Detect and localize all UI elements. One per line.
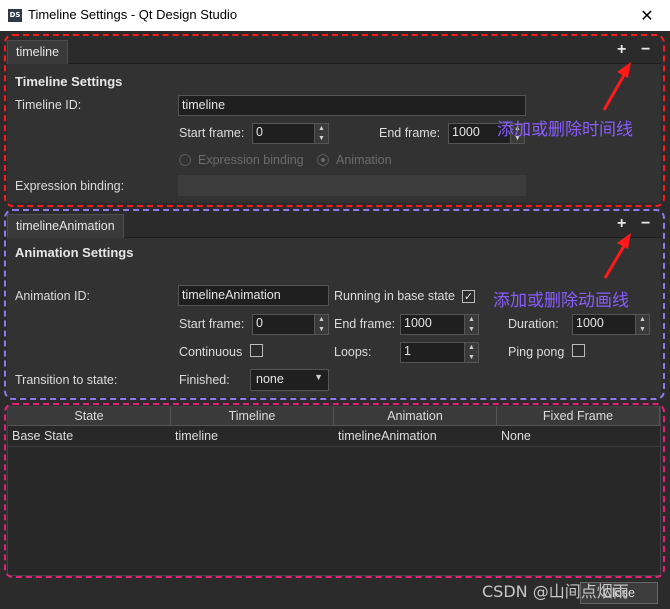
- end-frame-value: 1000: [452, 125, 480, 139]
- table-row-divider: [8, 446, 660, 447]
- table-cell-animation[interactable]: timelineAnimation: [334, 426, 497, 446]
- table-cell-timeline[interactable]: timeline: [171, 426, 334, 446]
- continuous-label: Continuous: [179, 345, 243, 359]
- animation-id-input[interactable]: timelineAnimation: [178, 285, 329, 306]
- column-header-animation[interactable]: Animation: [334, 407, 497, 426]
- spin-up-icon[interactable]: ▲: [315, 124, 328, 133]
- spin-down-icon[interactable]: ▼: [636, 325, 649, 334]
- animation-radio-label: Animation: [336, 153, 392, 167]
- chevron-down-icon: ▼: [314, 372, 323, 382]
- end-frame-label: End frame:: [379, 126, 441, 140]
- remove-timeline-icon[interactable]: −: [641, 41, 650, 59]
- title-bar: DS Timeline Settings - Qt Design Studio …: [0, 0, 670, 31]
- start-frame-value: 0: [256, 125, 263, 139]
- spin-down-icon[interactable]: ▼: [465, 325, 478, 334]
- expression-binding-radio-label: Expression binding: [198, 153, 304, 167]
- add-animation-icon[interactable]: +: [617, 215, 626, 233]
- spin-up-icon[interactable]: ▲: [315, 315, 328, 324]
- remove-animation-icon[interactable]: −: [641, 215, 650, 233]
- tab-timeline-animation[interactable]: timelineAnimation: [7, 214, 124, 238]
- expression-binding-input: [178, 175, 526, 196]
- timeline-settings-title: Timeline Settings: [15, 74, 123, 89]
- finished-state-dropdown[interactable]: none ▼: [250, 369, 329, 391]
- duration-spinbox[interactable]: 1000 ▲ ▼: [572, 314, 650, 335]
- animation-tabbar: timelineAnimation + −: [7, 211, 661, 238]
- duration-label: Duration:: [508, 317, 559, 331]
- loops-value: 1: [404, 344, 411, 358]
- spin-down-icon[interactable]: ▼: [465, 353, 478, 362]
- start-frame-label: Start frame:: [179, 126, 245, 140]
- anim-end-frame-value: 1000: [404, 316, 432, 330]
- animation-settings-title: Animation Settings: [15, 245, 134, 260]
- window-title: Timeline Settings - Qt Design Studio: [28, 7, 238, 22]
- spin-down-icon[interactable]: ▼: [315, 325, 328, 334]
- loops-spinbox[interactable]: 1 ▲ ▼: [400, 342, 479, 363]
- running-in-base-state-checkbox[interactable]: ✓: [462, 290, 475, 303]
- finished-label: Finished:: [179, 373, 230, 387]
- expression-binding-radio[interactable]: [179, 154, 191, 166]
- anim-start-frame-label: Start frame:: [179, 317, 245, 331]
- timeline-annotation-text: 添加或删除时间线: [497, 120, 633, 140]
- animation-radio[interactable]: [317, 154, 329, 166]
- timeline-tabbar: timeline + −: [7, 37, 661, 64]
- animation-annotation-text: 添加或删除动画线: [493, 291, 629, 311]
- spin-up-icon[interactable]: ▲: [636, 315, 649, 324]
- animation-id-label: Animation ID:: [15, 289, 91, 303]
- column-header-fixed-frame[interactable]: Fixed Frame: [497, 407, 660, 426]
- ping-pong-checkbox[interactable]: [572, 344, 585, 357]
- start-frame-spinbox[interactable]: 0 ▲ ▼: [252, 123, 329, 144]
- state-table: State Timeline Animation Fixed Frame Bas…: [7, 406, 661, 576]
- anim-end-frame-label: End frame:: [334, 317, 396, 331]
- watermark-text: CSDN @山间点烟雨: [482, 582, 629, 601]
- window-close-button[interactable]: ✕: [624, 0, 670, 31]
- running-in-base-state-label: Running in base state: [334, 289, 455, 303]
- spin-down-icon[interactable]: ▼: [315, 134, 328, 143]
- timeline-id-input[interactable]: timeline: [178, 95, 526, 116]
- transition-to-state-label: Transition to state:: [15, 373, 118, 387]
- timeline-id-label: Timeline ID:: [15, 98, 82, 112]
- loops-label: Loops:: [334, 345, 372, 359]
- expression-binding-label: Expression binding:: [15, 179, 125, 193]
- column-header-state[interactable]: State: [8, 407, 171, 426]
- finished-state-value: none: [256, 372, 284, 386]
- continuous-checkbox[interactable]: [250, 344, 263, 357]
- anim-start-frame-value: 0: [256, 316, 263, 330]
- ping-pong-label: Ping pong: [508, 345, 565, 359]
- table-cell-fixed-frame[interactable]: None: [497, 426, 660, 446]
- anim-start-frame-spinbox[interactable]: 0 ▲ ▼: [252, 314, 329, 335]
- tab-timeline[interactable]: timeline: [7, 40, 69, 64]
- spin-up-icon[interactable]: ▲: [465, 343, 478, 352]
- add-timeline-icon[interactable]: +: [617, 41, 626, 59]
- spin-up-icon[interactable]: ▲: [465, 315, 478, 324]
- anim-end-frame-spinbox[interactable]: 1000 ▲ ▼: [400, 314, 479, 335]
- table-cell-state[interactable]: Base State: [8, 426, 171, 446]
- app-icon: DS: [8, 9, 22, 22]
- duration-value: 1000: [576, 316, 604, 330]
- column-header-timeline[interactable]: Timeline: [171, 407, 334, 426]
